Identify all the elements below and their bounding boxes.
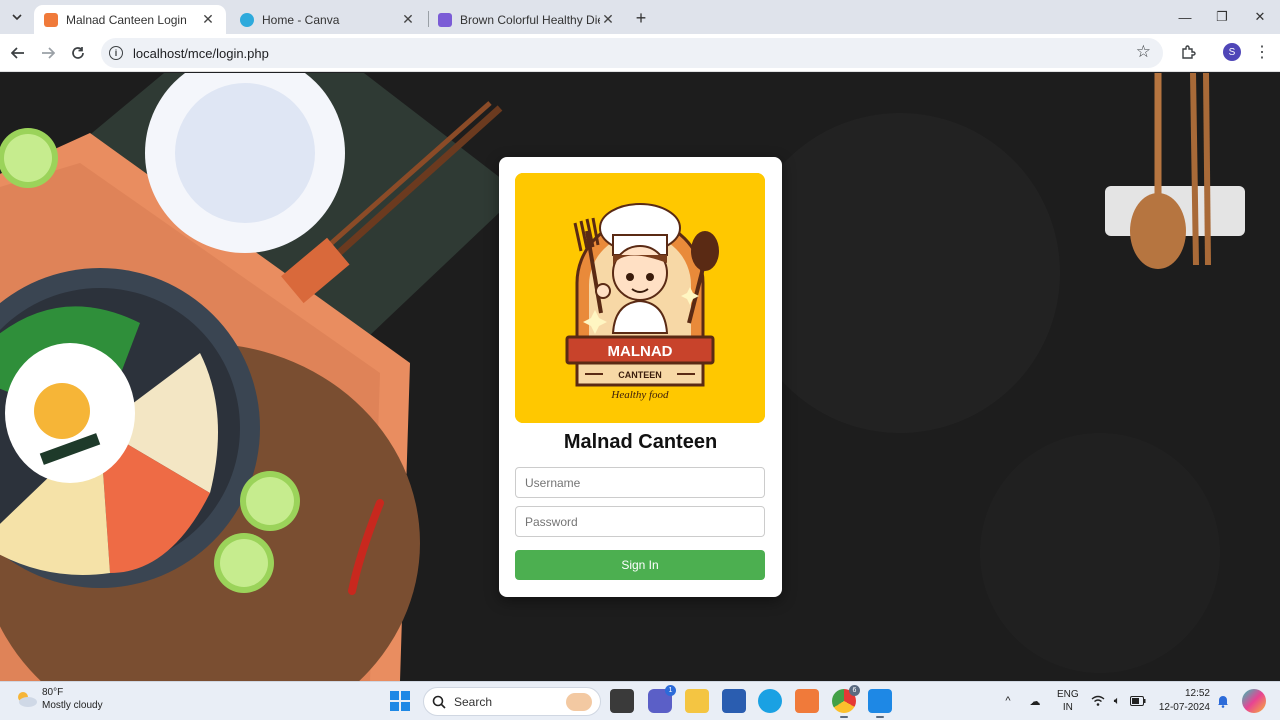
volume-icon[interactable]: 🔈︎ [1109,693,1125,709]
language-region: IN [1062,702,1073,713]
taskbar-search-box[interactable]: Search [423,687,601,716]
tab-search-button[interactable] [6,6,28,28]
close-window-button[interactable]: ✕ [1249,6,1271,28]
profile-initial: S [1228,46,1236,58]
notification-bell-icon[interactable] [1215,693,1231,709]
reload-button[interactable] [67,42,89,64]
address-bar[interactable]: i localhost/mce/login.php ☆ [101,38,1163,68]
browser-menu-button[interactable]: ⋮ [1252,42,1272,62]
canva-favicon-icon [240,12,254,27]
bell-icon [1218,696,1228,708]
microsoft-store-icon[interactable] [722,689,746,713]
tab-malnad-login[interactable]: Malnad Canteen Login ✕ [34,5,226,34]
onedrive-status-icon[interactable]: ☁ [1027,693,1043,709]
teams-chat-icon[interactable]: 1 [648,685,676,713]
login-card: MALNAD CANTEEN Healthy food Malnad Cante… [499,157,782,597]
wifi-signal-icon [1091,695,1105,706]
tab-title: Malnad Canteen Login [66,12,187,27]
battery-icon[interactable] [1130,693,1146,709]
back-arrow-icon [11,47,24,59]
clock-date: 12-07-2024 [1158,702,1210,713]
page-viewport: MALNAD CANTEEN Healthy food Malnad Cante… [0,73,1280,681]
restore-button[interactable]: ❐ [1211,6,1233,28]
close-tab-icon[interactable]: ✕ [600,11,616,28]
battery-level-icon [1130,696,1146,706]
cloud-sun-icon [18,692,37,707]
browser-tabstrip: Malnad Canteen Login ✕ Home - Canva ✕ Br… [0,0,1280,34]
back-button[interactable] [7,42,29,64]
site-info-icon[interactable]: i [109,46,123,60]
teams-badge: 1 [665,685,676,696]
close-tab-icon[interactable]: ✕ [400,11,416,28]
clock-time: 12:52 [1184,688,1210,699]
new-tab-button[interactable]: + [630,7,652,29]
tab-canva-design[interactable]: Brown Colorful Healthy Diet Pre ✕ [428,5,626,34]
url-text[interactable]: localhost/mce/login.php [133,46,269,61]
xampp-icon[interactable] [795,689,819,713]
vscode-icon[interactable] [868,689,892,718]
tab-title: Brown Colorful Healthy Diet Pre [460,12,600,27]
system-clock[interactable]: 12:52 12-07-2024 [1158,687,1210,715]
bookmark-star-icon[interactable]: ☆ [1136,42,1151,62]
password-input[interactable] [515,506,765,537]
language-indicator[interactable]: ENG IN [1057,688,1079,714]
search-highlight-image [566,693,592,711]
vscode-active-indicator [876,716,884,718]
windows-taskbar: 80°F Mostly cloudy Search 1 6 ^ ☁ ENG IN… [0,681,1280,720]
logo-subtitle-text: CANTEEN [618,370,662,380]
chef-logo-icon: MALNAD CANTEEN Healthy food [515,173,765,423]
malnad-canteen-logo: MALNAD CANTEEN Healthy food [515,173,765,423]
reload-icon [72,47,84,59]
forward-arrow-icon [42,47,55,59]
tab-canva-home[interactable]: Home - Canva ✕ [230,5,426,34]
weather-temperature: 80°F [42,687,64,698]
search-label: Search [454,694,493,709]
chrome-windows-badge: 6 [849,685,860,696]
task-view-icon[interactable] [610,689,634,713]
puzzle-icon [1182,45,1196,59]
logo-tagline-text: Healthy food [610,389,669,401]
chevron-down-icon [12,14,22,21]
windows-logo-icon [390,691,410,711]
weather-description: Mostly cloudy [42,700,103,711]
show-hidden-icons-chevron-icon[interactable]: ^ [1000,693,1016,709]
chrome-active-indicator [840,716,848,718]
forward-button[interactable] [37,42,59,64]
minimize-button[interactable]: — [1174,6,1196,28]
browser-toolbar: i localhost/mce/login.php ☆ S ⋮ [0,34,1280,72]
canva-design-favicon-icon [438,12,452,27]
windows-start-button[interactable] [388,689,412,713]
username-input[interactable] [515,467,765,498]
page-title: Malnad Canteen [563,431,718,453]
language-code: ENG [1057,689,1079,700]
profile-avatar[interactable]: S [1223,43,1241,61]
weather-widget[interactable]: 80°F Mostly cloudy [14,686,103,712]
tab-title: Home - Canva [262,12,340,27]
search-icon [432,695,446,709]
chrome-browser-icon[interactable]: 6 [832,685,860,718]
logo-title-text: MALNAD [608,343,673,360]
copilot-icon[interactable] [1242,689,1266,713]
close-tab-icon[interactable]: ✕ [200,11,216,28]
extensions-puzzle-icon[interactable] [1178,42,1198,62]
edge-browser-icon[interactable] [758,689,782,713]
file-explorer-icon[interactable] [685,689,709,713]
malnad-favicon-icon [44,12,58,27]
wifi-icon[interactable] [1090,693,1106,709]
sign-in-button[interactable]: Sign In [515,550,765,580]
